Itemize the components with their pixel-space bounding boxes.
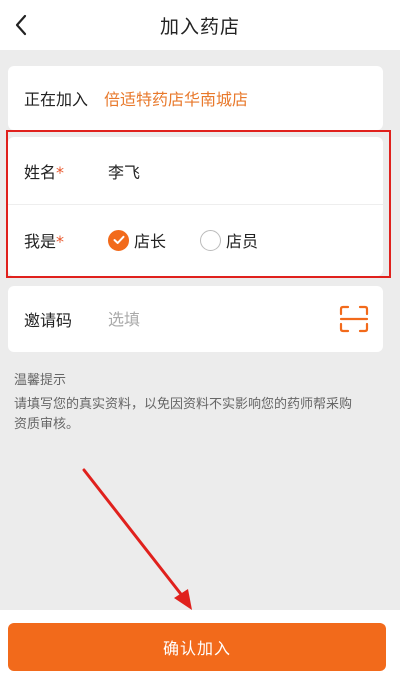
- back-button[interactable]: [6, 10, 36, 40]
- invite-code-input[interactable]: [108, 309, 308, 329]
- joining-label: 正在加入: [24, 90, 89, 109]
- invite-code-card: 邀请码: [8, 286, 383, 352]
- required-mark: *: [56, 232, 65, 251]
- store-name: 倍适特药店华南城店: [104, 90, 249, 109]
- top-nav-bar: 加入药店: [0, 0, 400, 50]
- role-radio-label: 店长: [134, 232, 167, 251]
- chevron-left-icon: [15, 14, 27, 36]
- scan-icon[interactable]: [339, 305, 369, 333]
- identity-form-card: 姓名* 李飞 我是* 店长 店员: [8, 137, 383, 276]
- role-label: 我是*: [24, 232, 65, 251]
- radio-checked-icon: [108, 229, 129, 251]
- invite-label: 邀请码: [24, 311, 73, 330]
- tip-title: 温馨提示: [14, 373, 67, 388]
- name-label: 姓名*: [24, 162, 65, 182]
- name-field[interactable]: 李飞: [108, 159, 140, 183]
- role-row: 我是* 店长 店员: [8, 206, 383, 274]
- confirm-join-button[interactable]: 确认加入: [8, 623, 386, 671]
- tip-body: 请填写您的真实资料，以免因资料不实影响您的药师帮采购资质审核。: [14, 397, 353, 432]
- role-radio-clerk[interactable]: 店员: [200, 228, 258, 252]
- radio-unchecked-icon: [200, 229, 222, 251]
- required-mark: *: [56, 162, 65, 182]
- page-title: 加入药店: [159, 15, 240, 38]
- name-row[interactable]: 姓名* 李飞: [8, 137, 383, 205]
- joining-store-card: 正在加入 倍适特药店华南城店: [8, 66, 383, 130]
- role-radio-label: 店员: [226, 232, 259, 251]
- role-radio-manager[interactable]: 店长: [108, 228, 166, 252]
- bottom-bar: 确认加入: [0, 610, 400, 682]
